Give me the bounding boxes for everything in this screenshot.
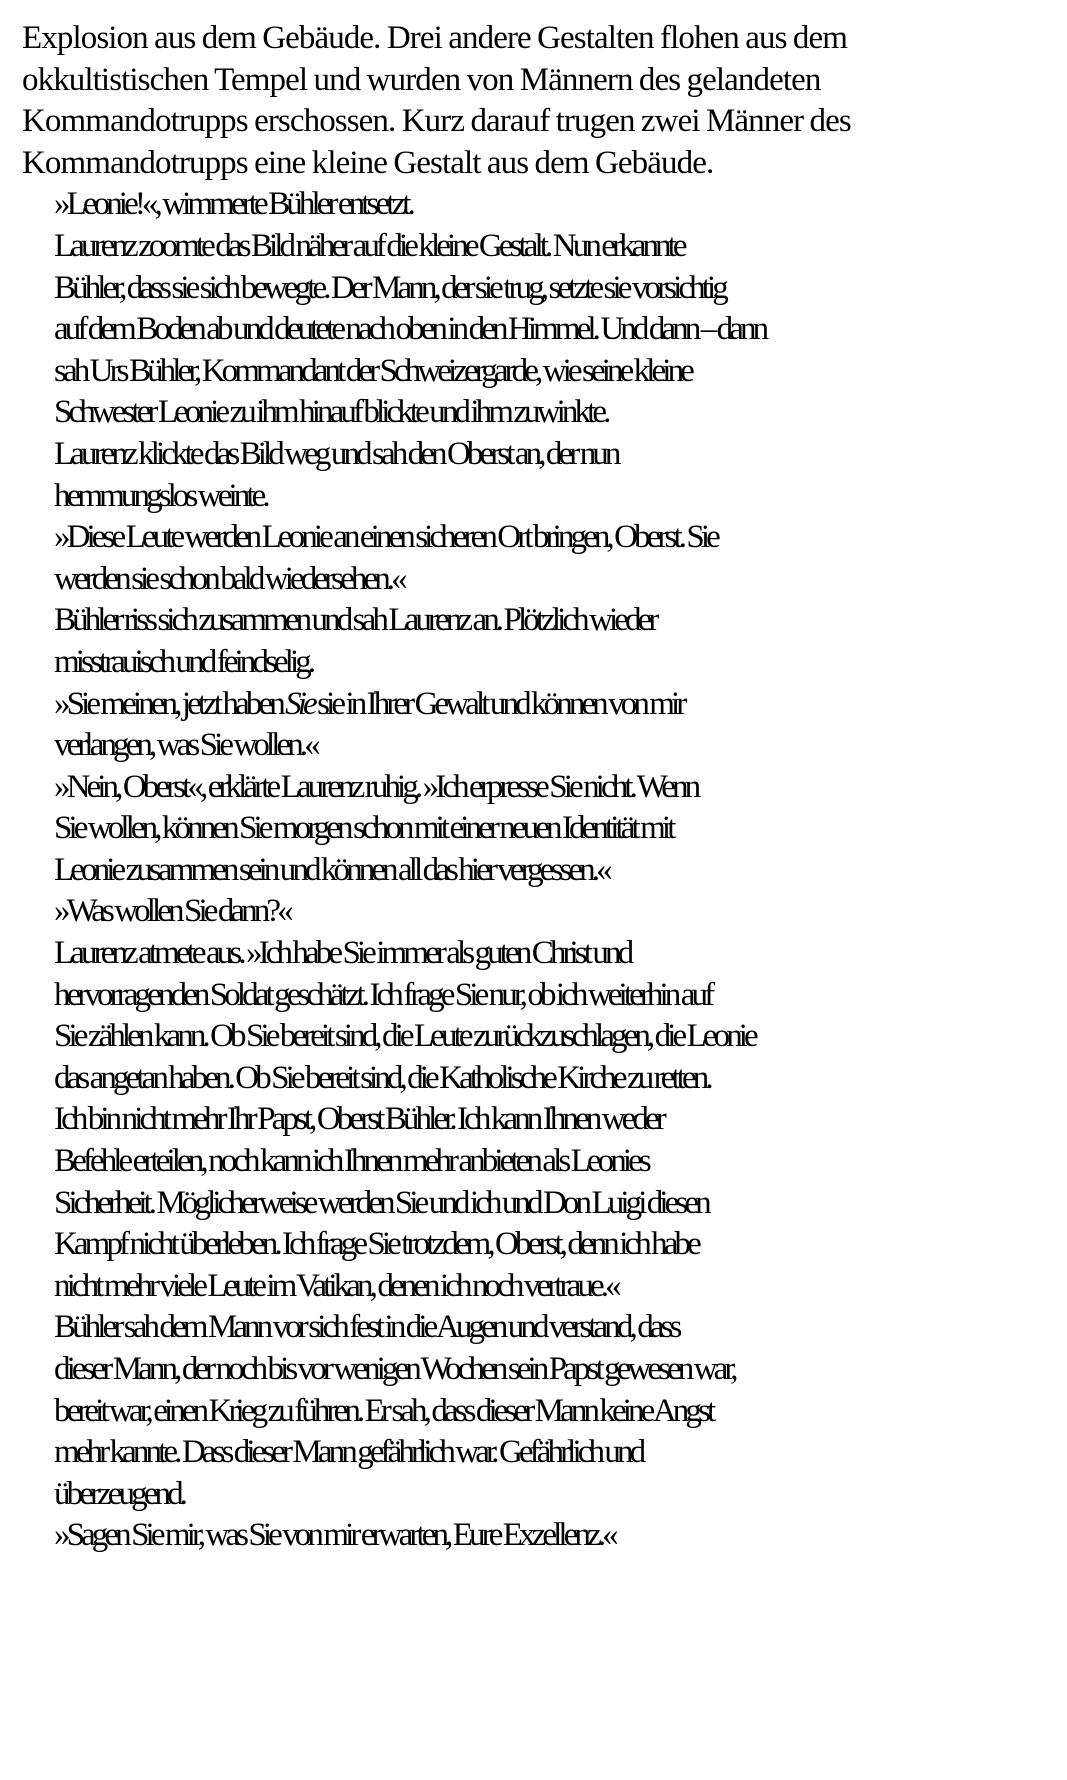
text-line: »Leonie!«, wimmerte Bühler entsetzt. — [54, 186, 416, 223]
text-line: Bühler sah dem Mann vor sich fest in die… — [54, 1309, 682, 1346]
text-line: »Nein, Oberst«, erklärte Laurenz ruhig. … — [54, 768, 701, 805]
text-line: bereit war, einen Krieg zu führen. Er sa… — [54, 1392, 716, 1429]
text-line: »Diese Leute werden Leonie an einen sich… — [54, 519, 721, 556]
text-line: okkultistischen Tempel und wurden von Mä… — [22, 61, 821, 98]
text-line: werden sie schon bald wiedersehen.« — [54, 560, 408, 597]
text-line: Laurenz zoomte das Bild näher auf die kl… — [54, 227, 688, 264]
text-line: Schwester Leonie zu ihm hinauf blickte u… — [54, 394, 611, 431]
text-line: Befehle erteilen, noch kann ich Ihnen me… — [54, 1143, 652, 1180]
book-page: Explosion aus dem Gebäude. Drei andere G… — [22, 18, 1052, 1557]
text-line: Ich bin nicht mehr Ihr Papst, Oberst Büh… — [54, 1101, 667, 1138]
paragraph: Bühler riss sich zusammen und sah Lauren… — [22, 600, 1052, 683]
text-line: Leonie zusammen sein und können all das … — [54, 851, 613, 888]
paragraph: Explosion aus dem Gebäude. Drei andere G… — [22, 18, 1052, 184]
text-line: Bühler, dass sie sich bewegte. Der Mann,… — [54, 269, 729, 306]
text-segment: sie in Ihrer Gewalt und können von mir — [313, 685, 687, 722]
text-line: Laurenz atmete aus. »Ich habe Sie immer … — [54, 935, 634, 972]
text-line: überzeugend. — [54, 1475, 188, 1512]
text-line: Sie wollen, können Sie morgen schon mit … — [54, 810, 676, 847]
text-line: Kommandotrupps erschossen. Kurz darauf t… — [22, 103, 852, 140]
text-line: hervorragenden Soldat geschätzt. Ich fra… — [54, 976, 715, 1013]
text-line: das angetan haben. Ob Sie bereit sind, d… — [54, 1059, 714, 1096]
text-line: verlangen, was Sie wollen.« — [54, 727, 321, 764]
paragraph: »Sagen Sie mir, was Sie von mir erwarten… — [22, 1515, 1052, 1557]
text-segment: »Sie meinen, jetzt haben — [54, 685, 286, 722]
text-line: Sie zählen kann. Ob Sie bereit sind, die… — [54, 1018, 759, 1055]
text-line: »Sagen Sie mir, was Sie von mir erwarten… — [54, 1517, 619, 1554]
text-line: »Was wollen Sie dann?« — [54, 893, 294, 930]
emphasis: Sie — [285, 685, 317, 722]
paragraph: »Leonie!«, wimmerte Bühler entsetzt. — [22, 184, 1052, 226]
text-line: hemmungslos weinte. — [54, 477, 271, 514]
text-line: Sicherheit. Möglicherweise werden Sie un… — [54, 1184, 712, 1221]
paragraph: Laurenz zoomte das Bild näher auf die kl… — [22, 226, 1052, 434]
text-line: Explosion aus dem Gebäude. Drei andere G… — [22, 20, 848, 56]
text-line: nicht mehr viele Leute im Vatikan, denen… — [54, 1267, 622, 1304]
text-line: Laurenz klickte das Bild weg und sah den… — [54, 435, 621, 472]
text-line: auf dem Boden ab und deutete nach oben i… — [54, 311, 769, 348]
text-line: dieser Mann, der noch bis vor wenigen Wo… — [54, 1351, 738, 1387]
text-line: Kommandotrupps eine kleine Gestalt aus d… — [22, 144, 714, 181]
paragraph: »Diese Leute werden Leonie an einen sich… — [22, 517, 1052, 600]
paragraph: »Sie meinen, jetzt haben Sie sie in Ihre… — [22, 684, 1052, 767]
text-line: Kampf nicht überleben. Ich frage Sie tro… — [54, 1226, 702, 1263]
text-line: mehr kannte. Dass dieser Mann gefährlich… — [54, 1434, 646, 1471]
paragraph: »Nein, Oberst«, erklärte Laurenz ruhig. … — [22, 767, 1052, 892]
text-line: misstrauisch und feindselig. — [54, 643, 316, 680]
text-line: »Sie meinen, jetzt haben Sie sie in Ihre… — [22, 684, 1052, 726]
text-line: Bühler riss sich zusammen und sah Lauren… — [54, 602, 659, 639]
paragraph: »Was wollen Sie dann?« — [22, 891, 1052, 933]
paragraph: Bühler sah dem Mann vor sich fest in die… — [22, 1307, 1052, 1515]
paragraph: Laurenz atmete aus. »Ich habe Sie immer … — [22, 933, 1052, 1307]
text-line: sah Urs Bühler, Kommandant der Schweizer… — [54, 352, 695, 389]
paragraph: Laurenz klickte das Bild weg und sah den… — [22, 434, 1052, 517]
